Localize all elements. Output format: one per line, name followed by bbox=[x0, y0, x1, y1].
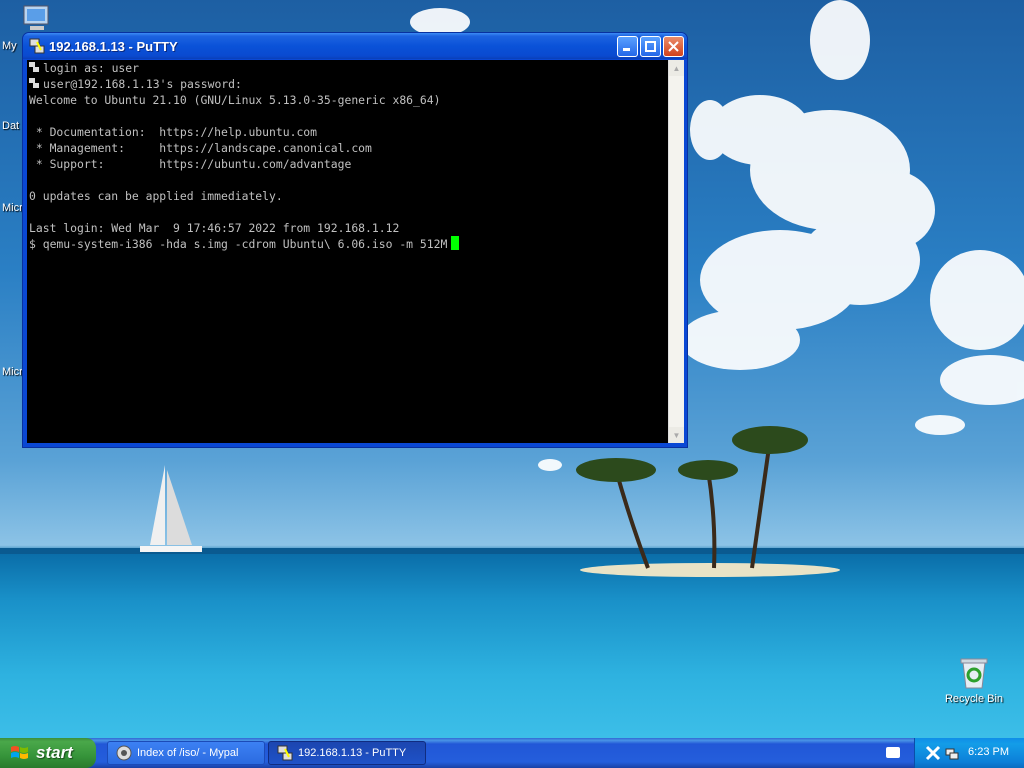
terminal-line: login as: user bbox=[27, 60, 668, 76]
putty-window[interactable]: 192.168.1.13 - PuTTY login as: user user@… bbox=[22, 32, 688, 448]
putty-icon bbox=[29, 38, 45, 54]
desktop-icon-label: My bbox=[2, 40, 17, 52]
network-icon[interactable] bbox=[945, 746, 959, 760]
start-button[interactable]: start bbox=[0, 738, 96, 768]
terminal-scrollbar[interactable]: ▲ ▼ bbox=[668, 60, 684, 443]
terminal-line-text: Last login: Wed Mar 9 17:46:57 2022 from… bbox=[29, 221, 400, 235]
putty-key-icon bbox=[29, 76, 43, 92]
computer-icon bbox=[23, 5, 49, 30]
taskbar-item-label: Index of /iso/ - Mypal bbox=[137, 747, 239, 759]
terminal-line-text: * Support: https://ubuntu.com/advantage bbox=[29, 157, 352, 171]
scroll-down-button[interactable]: ▼ bbox=[669, 427, 684, 443]
close-button[interactable] bbox=[663, 36, 684, 57]
taskbar-item-label: 192.168.1.13 - PuTTY bbox=[298, 747, 407, 759]
taskbar-item-putty[interactable]: 192.168.1.13 - PuTTY bbox=[268, 741, 426, 765]
terminal-line: 0 updates can be applied immediately. bbox=[27, 188, 668, 204]
recycle-bin-label: Recycle Bin bbox=[944, 693, 1004, 705]
terminal-line-text: user@192.168.1.13's password: bbox=[43, 77, 242, 91]
putty-key-icon bbox=[29, 60, 43, 76]
x-app-icon[interactable] bbox=[925, 745, 941, 761]
window-titlebar[interactable]: 192.168.1.13 - PuTTY bbox=[23, 33, 687, 59]
minimize-button[interactable] bbox=[617, 36, 638, 57]
terminal-line: Welcome to Ubuntu 21.10 (GNU/Linux 5.13.… bbox=[27, 92, 668, 108]
desktop-icon-label: Micr bbox=[2, 202, 23, 214]
window-title: 192.168.1.13 - PuTTY bbox=[49, 38, 178, 54]
close-icon bbox=[668, 41, 679, 52]
maximize-icon bbox=[645, 41, 656, 52]
taskbar: start Index of /iso/ - Mypal 192.168.1.1… bbox=[0, 738, 1024, 768]
scroll-up-button[interactable]: ▲ bbox=[669, 60, 684, 76]
mypal-icon bbox=[116, 745, 132, 761]
minimize-icon bbox=[623, 48, 630, 51]
taskbar-clock[interactable]: 6:23 PM bbox=[968, 746, 1009, 758]
terminal-line: * Management: https://landscape.canonica… bbox=[27, 140, 668, 156]
terminal-line: user@192.168.1.13's password: bbox=[27, 76, 668, 92]
desktop-icon-label: Micr bbox=[2, 366, 23, 378]
terminal-line-text: * Management: https://landscape.canonica… bbox=[29, 141, 372, 155]
desktop-icon-recycle-bin[interactable]: Recycle Bin bbox=[942, 656, 1006, 705]
terminal-screen[interactable]: login as: user user@192.168.1.13's passwo… bbox=[27, 60, 668, 443]
desktop-icon-label: Dat bbox=[2, 120, 20, 132]
taskbar-item-mypal[interactable]: Index of /iso/ - Mypal bbox=[107, 741, 265, 765]
terminal-line: Last login: Wed Mar 9 17:46:57 2022 from… bbox=[27, 220, 668, 236]
recycle-bin-icon bbox=[960, 658, 988, 689]
terminal-cursor bbox=[451, 236, 460, 250]
terminal-line-text: $ qemu-system-i386 -hda s.img -cdrom Ubu… bbox=[29, 237, 448, 251]
windows-flag-icon bbox=[11, 746, 28, 759]
terminal-line-text: login as: user bbox=[43, 61, 140, 75]
maximize-button[interactable] bbox=[640, 36, 661, 57]
terminal-line: * Support: https://ubuntu.com/advantage bbox=[27, 156, 668, 172]
terminal-line-text: * Documentation: https://help.ubuntu.com bbox=[29, 125, 318, 139]
system-tray: 6:23 PM bbox=[914, 738, 1024, 768]
terminal-line-text: 0 updates can be applied immediately. bbox=[29, 189, 283, 203]
terminal-line: * Documentation: https://help.ubuntu.com bbox=[27, 124, 668, 140]
start-label: start bbox=[36, 743, 73, 762]
terminal-line: $ qemu-system-i386 -hda s.img -cdrom Ubu… bbox=[27, 236, 668, 252]
keyboard-icon[interactable] bbox=[886, 747, 900, 758]
terminal-line-text: Welcome to Ubuntu 21.10 (GNU/Linux 5.13.… bbox=[29, 93, 441, 107]
putty-icon bbox=[277, 745, 293, 761]
